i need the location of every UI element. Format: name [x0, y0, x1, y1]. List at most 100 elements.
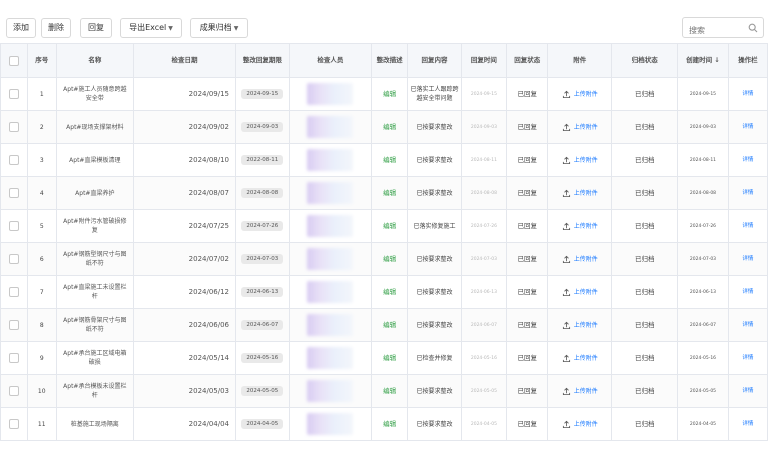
table-row[interactable]: 5 Apt#附件污水管破损修复 2024/07/25 2024-07-26 编辑 已落实修…: [0, 209, 768, 243]
row-reply-time-cell: 2024-09-03: [460, 110, 508, 144]
edit-description-link[interactable]: 编辑: [383, 321, 396, 329]
edit-description-link[interactable]: 编辑: [383, 156, 396, 164]
reply-status: 已回复: [517, 419, 537, 428]
upload-icon: [562, 387, 570, 395]
details-link[interactable]: 详情: [742, 388, 753, 394]
search-input[interactable]: [683, 21, 749, 40]
upload-attachment-link[interactable]: 上传附件: [562, 288, 598, 296]
select-all-checkbox[interactable]: [8, 55, 19, 66]
details-link[interactable]: 详情: [742, 124, 753, 130]
row-select-cell[interactable]: [0, 341, 28, 375]
edit-description-link[interactable]: 编辑: [383, 90, 396, 98]
row-select-cell[interactable]: [0, 77, 28, 111]
row-checkbox[interactable]: [8, 89, 19, 99]
table-row[interactable]: 3 Apt#直梁模板清理 2024/08/10 2022-08-11 编辑 已按要求整改 2…: [0, 143, 768, 177]
row-reply-time: 2024-05-16: [470, 356, 497, 361]
details-link[interactable]: 详情: [742, 223, 753, 229]
edit-description-link[interactable]: 编辑: [383, 354, 396, 362]
row-checkbox[interactable]: [8, 320, 19, 330]
row-select-cell[interactable]: [0, 407, 28, 441]
archive-dropdown[interactable]: 成果归档 ▼: [190, 18, 248, 38]
row-checkbox[interactable]: [8, 155, 19, 165]
row-select-cell[interactable]: [0, 143, 28, 177]
edit-description-link[interactable]: 编辑: [383, 189, 396, 197]
row-select-cell[interactable]: [0, 374, 28, 408]
row-create-time-cell: 2024-09-03: [677, 110, 729, 144]
upload-attachment-link[interactable]: 上传附件: [562, 354, 598, 362]
edit-description-link[interactable]: 编辑: [383, 288, 396, 296]
details-link[interactable]: 详情: [742, 190, 753, 196]
edit-description-link[interactable]: 编辑: [383, 222, 396, 230]
row-check-date: 2024/09/15: [132, 77, 237, 111]
table-row[interactable]: 8 Apt#钢筋骨架尺寸与图纸不符 2024/06/06 2024-06-07 编辑 已按…: [0, 308, 768, 342]
upload-attachment-link[interactable]: 上传附件: [562, 156, 598, 164]
row-reply-content: 已按要求整改: [407, 407, 462, 441]
row-checkbox[interactable]: [8, 287, 19, 297]
row-checkbox[interactable]: [8, 188, 19, 198]
row-checkbox[interactable]: [8, 419, 19, 429]
table-row[interactable]: 10 Apt#承台模板未设置栏杆 2024/05/03 2024-05-05 编辑 已按要…: [0, 374, 768, 408]
details-link[interactable]: 详情: [742, 256, 753, 262]
row-deadline-cell: 2022-08-11: [235, 143, 290, 177]
details-link[interactable]: 详情: [742, 91, 753, 97]
edit-description-link[interactable]: 编辑: [383, 123, 396, 131]
details-link[interactable]: 详情: [742, 289, 753, 295]
row-inspector-cell: [288, 275, 373, 309]
upload-attachment-link[interactable]: 上传附件: [562, 222, 598, 230]
row-name: Apt#直梁施工未设置栏杆: [55, 275, 134, 309]
upload-icon: [562, 156, 570, 164]
row-create-time: 2024-06-07: [689, 323, 717, 328]
row-name: Apt#承台模板未设置栏杆: [55, 374, 134, 408]
select-all-header[interactable]: [0, 43, 28, 78]
upload-attachment-link[interactable]: 上传附件: [562, 420, 598, 428]
table-row[interactable]: 11 桩基施工现场隔离 2024/04/04 2024-04-05 编辑 已按要求整改 20…: [0, 407, 768, 441]
row-reply-time: 2024-04-05: [470, 422, 497, 427]
row-checkbox[interactable]: [8, 254, 19, 264]
toolbar: 添加 删除 回复 导出Excel ▼ 成果归档 ▼: [0, 0, 768, 42]
search-icon[interactable]: [748, 23, 758, 33]
search-box[interactable]: [682, 17, 764, 40]
row-select-cell[interactable]: [0, 242, 28, 276]
row-reply-status-cell: 已回复: [506, 176, 549, 210]
upload-attachment-link[interactable]: 上传附件: [562, 123, 598, 131]
table-row[interactable]: 4 Apt#直梁养护 2024/08/07 2024-08-08 编辑 已按要求整改 202…: [0, 176, 768, 210]
row-select-cell[interactable]: [0, 110, 28, 144]
row-select-cell[interactable]: [0, 308, 28, 342]
details-link[interactable]: 详情: [742, 322, 753, 328]
table-row[interactable]: 6 Apt#钢筋型钢尺寸与图纸不符 2024/07/02 2024-07-03 编辑 已按…: [0, 242, 768, 276]
edit-description-link[interactable]: 编辑: [383, 387, 396, 395]
upload-attachment-link[interactable]: 上传附件: [562, 90, 598, 98]
edit-description-link[interactable]: 编辑: [383, 420, 396, 428]
row-checkbox[interactable]: [8, 353, 19, 363]
col-header-create-time[interactable]: 创建时间 ↓: [677, 43, 729, 78]
table-row[interactable]: 2 Apt#现场支撑架材料 2024/09/02 2024-09-03 编辑 已按要求整改…: [0, 110, 768, 144]
upload-attachment-link[interactable]: 上传附件: [562, 321, 598, 329]
delete-button[interactable]: 删除: [41, 18, 71, 38]
details-link[interactable]: 详情: [742, 421, 753, 427]
upload-attachment-link[interactable]: 上传附件: [562, 189, 598, 197]
row-checkbox[interactable]: [8, 221, 19, 231]
reply-status: 已回复: [517, 188, 537, 197]
add-button[interactable]: 添加: [6, 18, 36, 38]
edit-description-link[interactable]: 编辑: [383, 255, 396, 263]
row-check-date: 2024/05/14: [132, 341, 237, 375]
row-select-cell[interactable]: [0, 275, 28, 309]
upload-attachment-link[interactable]: 上传附件: [562, 387, 598, 395]
export-excel-dropdown[interactable]: 导出Excel ▼: [120, 18, 182, 38]
details-link[interactable]: 详情: [742, 157, 753, 163]
table-row[interactable]: 1 Apt#施工人员随意跨越安全带 2024/09/15 2024-09-15 编辑 已落…: [0, 77, 768, 111]
row-reply-status-cell: 已回复: [506, 77, 549, 111]
row-deadline-cell: 2024-05-16: [235, 341, 290, 375]
row-reply-time-cell: 2024-04-05: [460, 407, 508, 441]
row-checkbox[interactable]: [8, 122, 19, 132]
row-checkbox[interactable]: [8, 386, 19, 396]
row-select-cell[interactable]: [0, 209, 28, 243]
row-select-cell[interactable]: [0, 176, 28, 210]
reply-button[interactable]: 回复: [80, 18, 112, 38]
table-row[interactable]: 7 Apt#直梁施工未设置栏杆 2024/06/12 2024-06-13 编辑 已按要求…: [0, 275, 768, 309]
details-link[interactable]: 详情: [742, 355, 753, 361]
row-archive-status-cell: 已归档: [611, 110, 679, 144]
table-row[interactable]: 9 Apt#承台施工区域电箱破损 2024/05/14 2024-05-16 编辑 已检查…: [0, 341, 768, 375]
upload-attachment-link[interactable]: 上传附件: [562, 255, 598, 263]
row-create-time-cell: 2024-06-07: [677, 308, 729, 342]
